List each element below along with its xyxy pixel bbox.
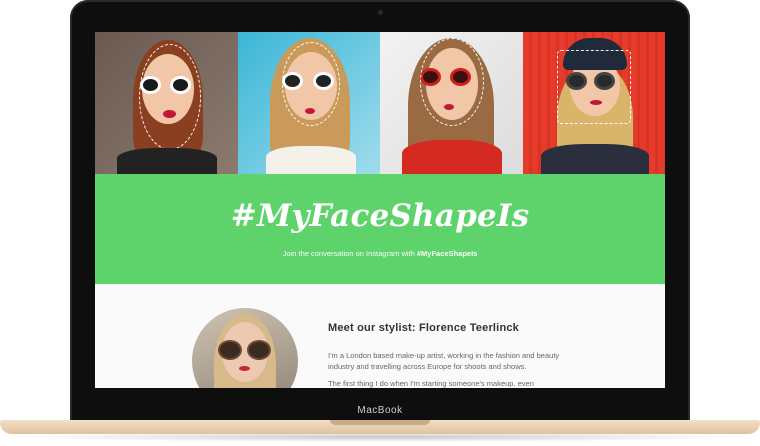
- laptop-notch: [330, 420, 430, 425]
- laptop-brand-label: MacBook: [357, 405, 403, 416]
- hashtag-title: #MyFaceShapeIs: [230, 198, 530, 234]
- subline-text: Join the conversation on Instagram with: [282, 249, 417, 258]
- mouth: [239, 366, 250, 371]
- stylist-title: Meet our stylist: Florence Teerlinck: [328, 322, 519, 334]
- camera-dot: [378, 10, 383, 15]
- sunglasses-lens-left: [218, 340, 242, 360]
- stylist-bio-paragraph-2: The first thing I do when I'm starting s…: [328, 379, 534, 388]
- clothing: [265, 146, 356, 174]
- stylist-bio-paragraph-1: I'm a London based make-up artist, worki…: [328, 351, 560, 371]
- photo-model-red-heart-sunglasses[interactable]: [380, 32, 523, 174]
- face-shape-outline: [281, 42, 340, 126]
- photo-model-beanie-sunglasses[interactable]: [522, 32, 665, 174]
- clothing: [540, 144, 649, 174]
- laptop-screen: #MyFaceShapeIs Join the conversation on …: [95, 32, 665, 388]
- photo-model-cat-eye-sunglasses[interactable]: [237, 32, 380, 174]
- stylist-avatar: [192, 308, 298, 388]
- banner-subline: Join the conversation on Instagram with …: [95, 249, 665, 258]
- face-shape-outline: [139, 44, 201, 150]
- sunglasses-lens-right: [247, 340, 271, 360]
- face-shape-outline: [420, 38, 484, 126]
- subline-hashtag[interactable]: #MyFaceShapeIs: [417, 249, 477, 258]
- photo-model-white-sunglasses[interactable]: [95, 32, 238, 174]
- clothing: [117, 148, 217, 174]
- clothing: [402, 140, 502, 174]
- photo-strip: [95, 32, 665, 174]
- hashtag-banner: #MyFaceShapeIs Join the conversation on …: [95, 174, 665, 284]
- face-shape-outline: [556, 50, 631, 124]
